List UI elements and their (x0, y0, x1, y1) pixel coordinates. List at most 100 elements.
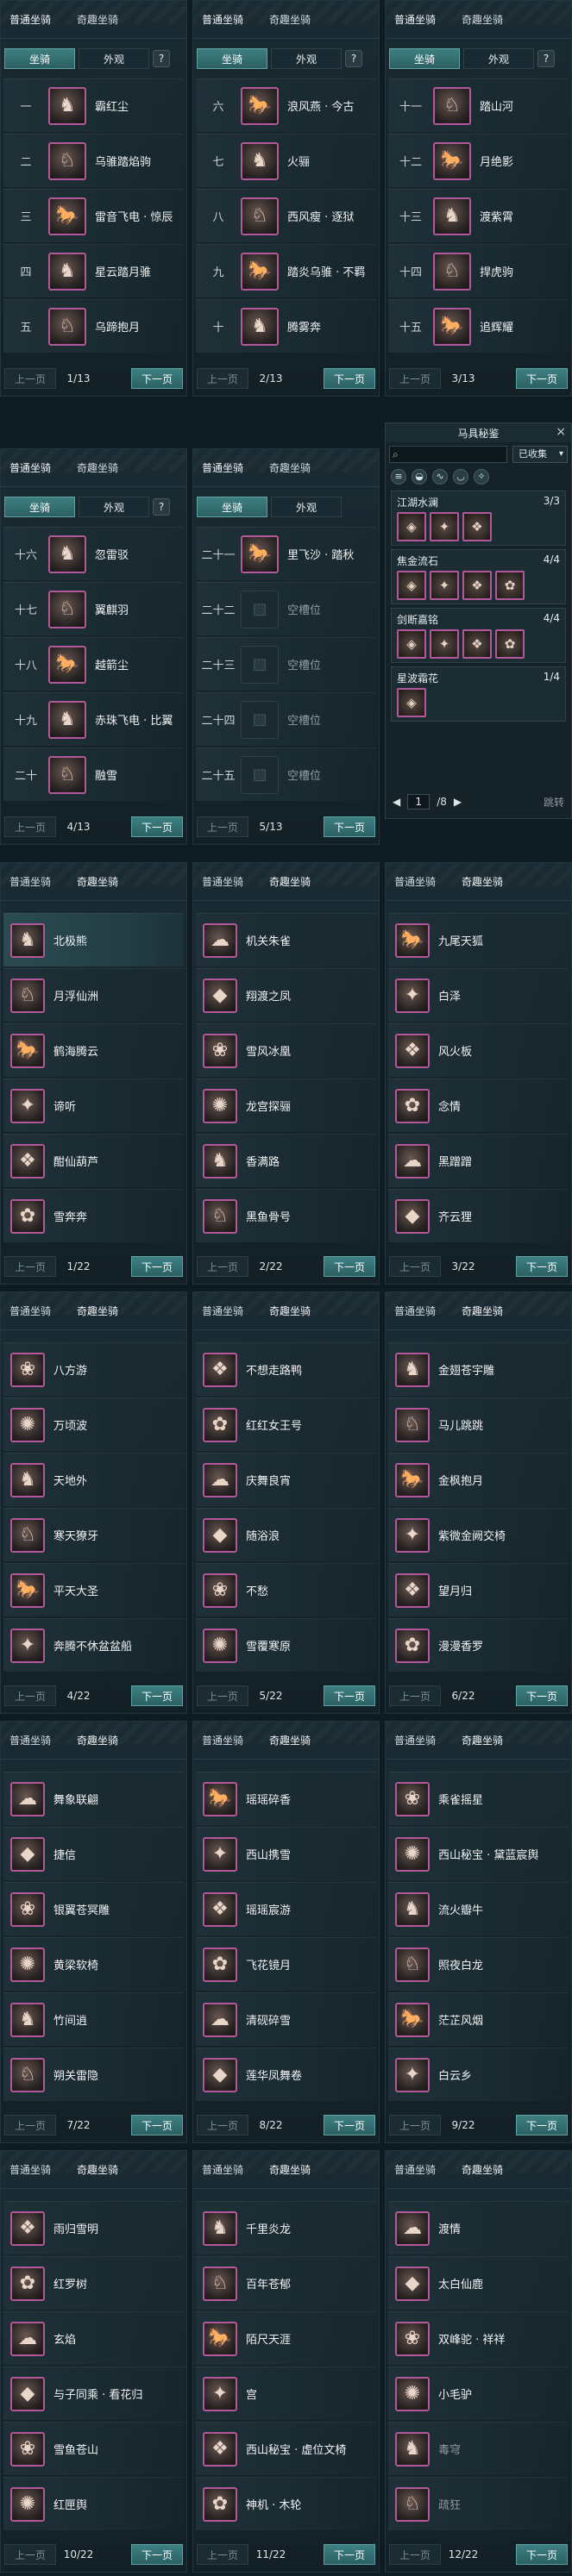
next-arrow-icon[interactable]: ▶ (454, 796, 462, 808)
mount-slot-row[interactable]: 二 ♘ 乌骓踏焰驹 (3, 134, 184, 187)
next-page-button[interactable]: 下一页 (324, 368, 375, 389)
mount-slot-row[interactable]: 二十四 ▨ 空槽位 (196, 692, 376, 746)
next-page-button[interactable]: 下一页 (516, 1685, 568, 1706)
tab-appearance[interactable]: 外观 (79, 48, 149, 69)
prev-page-button[interactable]: 上一页 (389, 1685, 441, 1706)
mount-slot-row[interactable]: 十三 ♞ 渡紫霄 (388, 189, 569, 242)
fun-mount-row[interactable]: ❖ 雨归雪明 (3, 2201, 184, 2254)
fun-mount-row[interactable]: ❀ 雪风冰凰 (196, 1023, 376, 1077)
tassel-icon[interactable]: ✧ (474, 469, 489, 485)
prev-page-button[interactable]: 上一页 (197, 1256, 248, 1277)
fun-mount-row[interactable]: ◆ 随浴浪 (196, 1508, 376, 1561)
list-icon[interactable]: ≡ (391, 469, 406, 485)
next-page-button[interactable]: 下一页 (516, 2115, 568, 2135)
tab-fun-mounts[interactable]: 奇趣坐骑 (266, 12, 314, 27)
tab-fun-mounts[interactable]: 奇趣坐骑 (73, 460, 122, 475)
prev-page-button[interactable]: 上一页 (389, 1256, 441, 1277)
prev-page-button[interactable]: 上一页 (389, 2115, 441, 2135)
tab-normal-mounts[interactable]: 普通坐骑 (391, 12, 439, 27)
help-button[interactable]: ? (153, 498, 170, 516)
prev-page-button[interactable]: 上一页 (4, 368, 56, 389)
next-page-button[interactable]: 下一页 (131, 1256, 183, 1277)
fun-mount-row[interactable]: ☁ 清砚碎雪 (196, 1992, 376, 2046)
prev-page-button[interactable]: 上一页 (4, 1685, 56, 1706)
fun-mount-row[interactable]: ♘ 月浮仙洲 (3, 968, 184, 1022)
equipment-item-icon[interactable]: ❖ (462, 629, 492, 659)
next-page-button[interactable]: 下一页 (131, 368, 183, 389)
fun-mount-row[interactable]: ✿ 红红女王号 (196, 1397, 376, 1451)
tab-mount[interactable]: 坐骑 (4, 48, 75, 69)
page-input[interactable]: 1 (407, 794, 431, 810)
fun-mount-row[interactable]: ◆ 与子同乘 · 看花归 (3, 2367, 184, 2420)
equipment-item-icon[interactable]: ◈ (397, 512, 426, 541)
mount-slot-row[interactable]: 二十一 🐎 里飞沙 · 踏秋 (196, 527, 376, 580)
tab-normal-mounts[interactable]: 普通坐骑 (6, 460, 54, 475)
prev-page-button[interactable]: 上一页 (389, 368, 441, 389)
fun-mount-row[interactable]: ♘ 黑鱼骨号 (196, 1189, 376, 1242)
fun-mount-row[interactable]: ♘ 寒天獠牙 (3, 1508, 184, 1561)
equipment-item-icon[interactable]: ❖ (462, 512, 492, 541)
next-page-button[interactable]: 下一页 (516, 368, 568, 389)
prev-page-button[interactable]: 上一页 (197, 368, 248, 389)
fun-mount-row[interactable]: ♞ 竹间逍 (3, 1992, 184, 2046)
fun-mount-row[interactable]: ◆ 太白仙鹿 (388, 2256, 569, 2310)
equipment-set[interactable]: 江湖水澜 3/3 ◈ ✦ ❖ (391, 491, 566, 546)
tab-fun-mounts[interactable]: 奇趣坐骑 (458, 2162, 506, 2177)
mount-slot-row[interactable]: 三 🐎 雷音飞电 · 惊辰 (3, 189, 184, 242)
prev-page-button[interactable]: 上一页 (4, 2544, 56, 2565)
fun-mount-row[interactable]: 🐎 瑶瑶碎香 (196, 1772, 376, 1825)
fun-mount-row[interactable]: ✿ 红罗树 (3, 2256, 184, 2310)
next-page-button[interactable]: 下一页 (131, 2115, 183, 2135)
fun-mount-row[interactable]: ✦ 奔腾不休盆盆船 (3, 1618, 184, 1672)
fun-mount-row[interactable]: ♞ 流火瓣牛 (388, 1882, 569, 1935)
fun-mount-row[interactable]: ✺ 龙宫探骊 (196, 1079, 376, 1132)
equipment-item-icon[interactable]: ◈ (397, 688, 426, 717)
tab-fun-mounts[interactable]: 奇趣坐骑 (458, 1733, 506, 1748)
tab-fun-mounts[interactable]: 奇趣坐骑 (458, 1304, 506, 1318)
fun-mount-row[interactable]: ♘ 照夜白龙 (388, 1937, 569, 1991)
fun-mount-row[interactable]: ❖ 风火板 (388, 1023, 569, 1077)
fun-mount-row[interactable]: ✺ 万顷波 (3, 1397, 184, 1451)
mount-slot-row[interactable]: 四 ♞ 星云踏月骓 (3, 244, 184, 297)
fun-mount-row[interactable]: ☁ 渡情 (388, 2201, 569, 2254)
fun-mount-row[interactable]: ❀ 八方游 (3, 1342, 184, 1396)
fun-mount-row[interactable]: ❀ 不愁 (196, 1563, 376, 1616)
tab-normal-mounts[interactable]: 普通坐骑 (6, 2162, 54, 2177)
prev-page-button[interactable]: 上一页 (197, 816, 248, 837)
fun-mount-row[interactable]: ♞ 毒穹 (388, 2422, 569, 2475)
fun-mount-row[interactable]: ❖ 瑶瑶宸游 (196, 1882, 376, 1935)
mount-slot-row[interactable]: 十五 🐎 追辉耀 (388, 299, 569, 353)
tab-normal-mounts[interactable]: 普通坐骑 (391, 2162, 439, 2177)
next-page-button[interactable]: 下一页 (324, 1685, 375, 1706)
fun-mount-row[interactable]: ❀ 双峰驼 · 祥祥 (388, 2311, 569, 2365)
next-page-button[interactable]: 下一页 (131, 816, 183, 837)
tab-normal-mounts[interactable]: 普通坐骑 (198, 874, 247, 889)
mount-slot-row[interactable]: 一 ♞ 霸红尘 (3, 78, 184, 132)
fun-mount-row[interactable]: ✺ 西山秘宝 · 黛蓝宸舆 (388, 1827, 569, 1880)
tab-fun-mounts[interactable]: 奇趣坐骑 (458, 874, 506, 889)
fun-mount-row[interactable]: ✦ 西山携雪 (196, 1827, 376, 1880)
next-page-button[interactable]: 下一页 (324, 1256, 375, 1277)
tab-normal-mounts[interactable]: 普通坐骑 (6, 12, 54, 27)
tab-appearance[interactable]: 外观 (79, 497, 149, 517)
next-page-button[interactable]: 下一页 (324, 2544, 375, 2565)
prev-page-button[interactable]: 上一页 (197, 1685, 248, 1706)
mount-slot-row[interactable]: 九 🐎 踏炎乌骓 · 不羁 (196, 244, 376, 297)
fun-mount-row[interactable]: ❖ 不想走路鸭 (196, 1342, 376, 1396)
fun-mount-row[interactable]: ✺ 雪覆寒原 (196, 1618, 376, 1672)
fun-mount-row[interactable]: ◆ 莲华凤舞卷 (196, 2048, 376, 2101)
fun-mount-row[interactable]: ♞ 香满路 (196, 1134, 376, 1187)
fun-mount-row[interactable]: 🐎 金枫抱月 (388, 1453, 569, 1506)
fun-mount-row[interactable]: ◆ 齐云狸 (388, 1189, 569, 1242)
fun-mount-row[interactable]: ✿ 漫漫香罗 (388, 1618, 569, 1672)
tab-fun-mounts[interactable]: 奇趣坐骑 (73, 1733, 122, 1748)
equipment-item-icon[interactable]: ✿ (495, 629, 525, 659)
tab-normal-mounts[interactable]: 普通坐骑 (198, 12, 247, 27)
tab-mount[interactable]: 坐骑 (389, 48, 460, 69)
close-icon[interactable]: × (556, 425, 566, 439)
next-page-button[interactable]: 下一页 (131, 2544, 183, 2565)
mount-slot-row[interactable]: 十四 ♘ 捍虎驹 (388, 244, 569, 297)
fun-mount-row[interactable]: ❀ 雪鱼苍山 (3, 2422, 184, 2475)
next-page-button[interactable]: 下一页 (516, 2544, 568, 2565)
fun-mount-row[interactable]: ☁ 黑蹭蹭 (388, 1134, 569, 1187)
